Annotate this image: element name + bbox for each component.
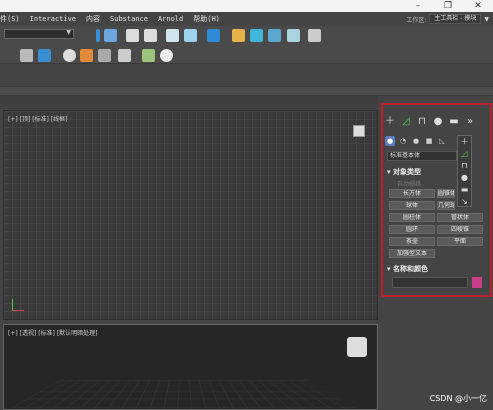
chevron-down-icon: ▼ bbox=[66, 29, 71, 36]
cameras-icon[interactable]: ■ bbox=[424, 136, 434, 146]
populate-icon[interactable] bbox=[142, 49, 155, 62]
command-panel-tabs: ＋ ◿ ⊓ ● ▬ » bbox=[385, 117, 475, 127]
workspace-selector[interactable]: 工作区: 主工具栏 - 模块 ▼ bbox=[406, 12, 489, 26]
selection-set-dropdown[interactable]: ▼ bbox=[4, 29, 74, 39]
grid-floor bbox=[4, 380, 373, 409]
torus-button[interactable]: 圆环 bbox=[389, 225, 435, 234]
teapot-button[interactable]: 茶壶 bbox=[389, 237, 435, 246]
geometry-icon[interactable]: ● bbox=[385, 136, 395, 146]
menu-substance[interactable]: Substance bbox=[110, 15, 148, 23]
workspace-value[interactable]: 主工具栏 - 模块 bbox=[429, 14, 482, 24]
app-window: – ❐ ✕ 件(S) Interactive 内容 Substance Arno… bbox=[0, 0, 493, 410]
sphere-button[interactable]: 球体 bbox=[389, 201, 435, 210]
plane-button[interactable]: 平面 bbox=[437, 237, 483, 246]
render-setup-icon[interactable] bbox=[232, 29, 245, 42]
object-type-heading[interactable]: ▾ 对象类型 bbox=[387, 167, 421, 177]
name-color-heading[interactable]: ▾ 名称和颜色 bbox=[387, 264, 428, 274]
tube-button[interactable]: 管状体 bbox=[437, 213, 483, 222]
create-tab-icon[interactable]: ＋ bbox=[385, 117, 395, 127]
textplus-button[interactable]: 加强型文本 bbox=[389, 249, 435, 258]
cylinder-button[interactable]: 圆柱体 bbox=[389, 213, 435, 222]
tool-icon[interactable] bbox=[98, 49, 111, 62]
menu-arnold[interactable]: Arnold bbox=[158, 15, 183, 23]
title-bar: – ❐ ✕ bbox=[0, 0, 493, 12]
modify-tab-icon[interactable]: ◿ bbox=[401, 117, 411, 127]
perspective-viewport[interactable]: [+] [透视] [标准] [默认明暗处理] bbox=[3, 324, 378, 410]
helpers-icon[interactable]: ◺ bbox=[437, 136, 447, 146]
lights-icon[interactable]: ● bbox=[411, 136, 421, 146]
pyramid-button[interactable]: 四棱锥 bbox=[437, 225, 483, 234]
motion-icon[interactable]: ● bbox=[458, 172, 471, 184]
top-viewport-label[interactable]: [+] [顶] [标准] [线框] bbox=[8, 114, 67, 123]
window-controls: – ❐ ✕ bbox=[403, 0, 493, 12]
percent-snap-icon[interactable] bbox=[20, 49, 33, 62]
layer-explorer-icon[interactable] bbox=[144, 29, 157, 42]
rendered-frame-icon[interactable] bbox=[250, 29, 263, 42]
close-icon[interactable]: ✕ bbox=[463, 0, 493, 12]
chevron-down-icon[interactable]: ▼ bbox=[484, 16, 489, 23]
checkmark-icon[interactable] bbox=[160, 49, 173, 62]
workspace-label: 工作区: bbox=[406, 16, 427, 24]
spinner-snap-icon[interactable] bbox=[38, 49, 51, 62]
create-icon[interactable]: ＋ bbox=[458, 136, 471, 148]
create-subtabs: ● ◔ ● ■ ◺ bbox=[385, 136, 447, 146]
named-selection-icon[interactable] bbox=[104, 29, 117, 42]
name-color-heading-text: 名称和颜色 bbox=[392, 265, 428, 273]
geosphere-button[interactable]: 几何球体 bbox=[437, 201, 455, 210]
object-name-field[interactable] bbox=[392, 277, 468, 288]
object-color-swatch[interactable] bbox=[472, 277, 482, 288]
command-panel: ＋ ◿ ⊓ ● ▬ » ● ◔ ● ■ ◺ 标准基本体 ＋ ◿ ⊓ ● ▬ ↘ … bbox=[381, 103, 492, 297]
render-teapot-icon[interactable] bbox=[287, 29, 300, 42]
perspective-viewport-label[interactable]: [+] [透视] [标准] [默认明暗处理] bbox=[8, 328, 97, 337]
object-type-heading-text: 对象类型 bbox=[392, 168, 421, 176]
watermark: CSDN @小一亿 bbox=[429, 394, 487, 403]
menu-help[interactable]: 帮助(H) bbox=[193, 14, 220, 24]
hierarchy-tab-icon[interactable]: ⊓ bbox=[417, 117, 427, 127]
curve-editor-icon[interactable] bbox=[166, 29, 179, 42]
object-paint-icon[interactable] bbox=[118, 49, 131, 62]
display-icon[interactable]: ▬ bbox=[458, 184, 471, 196]
schematic-view-icon[interactable] bbox=[184, 29, 197, 42]
menu-content[interactable]: 内容 bbox=[86, 14, 100, 24]
shapes-icon[interactable]: ◔ bbox=[398, 136, 408, 146]
modify-icon[interactable]: ◿ bbox=[458, 148, 471, 160]
color-palette-icon[interactable] bbox=[80, 49, 93, 62]
menu-scripting[interactable]: 件(S) bbox=[0, 14, 20, 24]
sphere-icon[interactable] bbox=[63, 49, 76, 62]
hierarchy-icon[interactable]: ⊓ bbox=[458, 160, 471, 172]
viewcube-icon[interactable] bbox=[347, 337, 367, 357]
cone-button[interactable]: 圆锥体 bbox=[437, 189, 455, 198]
material-editor-icon[interactable] bbox=[207, 29, 220, 42]
motion-tab-icon[interactable]: ● bbox=[433, 117, 443, 127]
tab-overflow-popup: ＋ ◿ ⊓ ● ▬ ↘ bbox=[457, 135, 472, 207]
ribbon-toggle-bar[interactable] bbox=[0, 86, 493, 96]
box-button[interactable]: 长方体 bbox=[389, 189, 435, 198]
axis-tripod-icon bbox=[12, 299, 24, 311]
menu-interactive[interactable]: Interactive bbox=[30, 15, 76, 23]
viewcube-icon[interactable] bbox=[353, 125, 365, 137]
render-production-icon[interactable] bbox=[268, 29, 281, 42]
top-viewport[interactable]: [+] [顶] [标准] [线框] bbox=[3, 110, 378, 320]
category-dropdown[interactable]: 标准基本体 bbox=[387, 151, 457, 161]
scene-explorer-icon[interactable] bbox=[126, 29, 139, 42]
display-tab-icon[interactable]: ▬ bbox=[449, 117, 459, 127]
secondary-toolbar bbox=[0, 46, 493, 64]
more-tabs-icon[interactable]: » bbox=[465, 117, 475, 127]
utilities-icon[interactable]: ↘ bbox=[458, 196, 471, 208]
ribbon-area bbox=[0, 64, 493, 86]
restore-icon[interactable]: ❐ bbox=[433, 0, 463, 12]
snap-icon[interactable] bbox=[96, 29, 100, 42]
main-toolbar: ▼ bbox=[0, 26, 493, 46]
minimize-icon[interactable]: – bbox=[403, 0, 433, 12]
render-grid-icon[interactable] bbox=[308, 29, 321, 42]
autogrid-checkbox[interactable]: 自动栅格 bbox=[397, 179, 421, 188]
